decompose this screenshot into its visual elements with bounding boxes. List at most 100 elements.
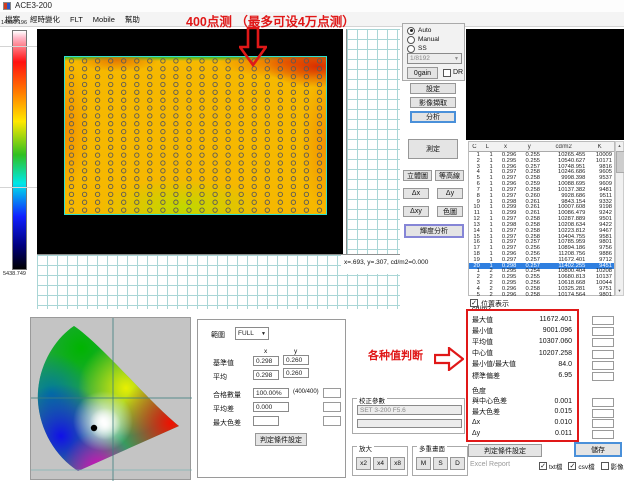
menu-item[interactable]: 幫助 [125, 14, 140, 25]
capture-settings-panel: AutoManualSS 1/8192 ▼ 0gain DR [402, 23, 465, 81]
annotation-right-arrow-icon [434, 347, 464, 371]
file-type-checkbox[interactable]: ✓txt檔 [539, 461, 562, 471]
checkbox-icon[interactable] [601, 462, 609, 470]
radio-icon[interactable] [407, 36, 415, 44]
annotation-stats-box [466, 309, 579, 442]
annotation-top-note: 400点测 （最多可设4万点测） [186, 11, 355, 30]
dr-checkbox[interactable] [443, 69, 451, 77]
zero-gain-button[interactable]: 0gain [407, 67, 438, 79]
zoom-group: 放大 x2x4x8 [352, 446, 408, 476]
table-body[interactable]: 110.2960.25510265.45510009210.2950.25510… [469, 152, 614, 298]
radio-label: Manual [418, 36, 439, 43]
ref-y-field[interactable]: 0.260 [283, 355, 309, 365]
maxdiff-field [253, 416, 279, 426]
capture-mode-radio[interactable]: Manual [407, 35, 439, 44]
pass-label: 合格數量 [213, 390, 241, 400]
contour-button[interactable]: 等高線 [435, 170, 464, 181]
judge-condition-button[interactable]: 判定條件設定 [468, 444, 542, 457]
chevron-down-icon: ▼ [261, 331, 266, 337]
cursor-status-text: x=.693, y=.307, cd/m2=0.000 [344, 259, 428, 266]
table-scrollbar[interactable]: ▲ ▼ [615, 141, 624, 296]
range-value: FULL [238, 330, 254, 337]
multi-screen-button[interactable]: S [433, 457, 448, 470]
colorbar-panel: 14536.196 5438.749 [0, 27, 37, 310]
judge-indicator [592, 338, 614, 347]
scroll-thumb[interactable] [616, 151, 624, 173]
table-column-header: cd/m2 [542, 144, 587, 150]
measurement-table[interactable]: CLxycd/m2K 110.2960.25510265.45510009210… [468, 141, 615, 296]
multi-group-label: 多重畫面 [417, 443, 447, 453]
calibration-value-field: SET 3-200 F5.6 [357, 405, 462, 415]
range-judge-button[interactable]: 判定條件設定 [255, 433, 307, 446]
judge-indicator [592, 316, 614, 325]
shutter-select[interactable]: 1/8192 ▼ [407, 53, 462, 64]
multi-screen-button[interactable]: D [450, 457, 465, 470]
colorbar-max-label: 14536.196 [1, 20, 27, 26]
table-column-header: x [495, 144, 519, 150]
zoom-button[interactable]: x8 [390, 457, 405, 470]
judge-indicator [592, 419, 614, 428]
chevron-down-icon: ▼ [454, 56, 459, 62]
capture-mode-radio[interactable]: Auto [407, 26, 439, 35]
delta-x-button[interactable]: Δx [403, 188, 429, 199]
judge-indicator [592, 409, 614, 418]
camera-preview [466, 29, 624, 140]
zoom-button[interactable]: x4 [373, 457, 388, 470]
multi-screen-button[interactable]: M [416, 457, 431, 470]
table-column-header: y [518, 144, 542, 150]
settings-button[interactable]: 設定 [410, 83, 456, 94]
menu-item[interactable]: 經時變化 [30, 14, 60, 25]
delta-xy-button[interactable]: Δxy [403, 206, 429, 217]
measurement-view[interactable] [37, 29, 343, 254]
col-y-header: y [294, 348, 297, 355]
luminance-heatmap[interactable] [64, 56, 327, 215]
pass-count: (400/400) [293, 389, 319, 395]
dot-grid [65, 57, 326, 214]
menu-item[interactable]: FLT [70, 15, 83, 24]
zoom-group-label: 放大 [357, 443, 374, 453]
checkbox-label: txt檔 [549, 461, 562, 471]
scroll-down-icon[interactable]: ▼ [616, 287, 623, 295]
range-select[interactable]: FULL ▼ [235, 327, 269, 340]
view3d-button[interactable]: 立體圖 [403, 170, 432, 181]
measure-button[interactable]: 測定 [408, 139, 458, 159]
multi-screen-group: 多重畫面 MSD [412, 446, 468, 476]
file-type-checkbox[interactable]: ✓csv檔 [568, 461, 594, 471]
luminance-dist-button[interactable]: 輝度分析 [404, 224, 464, 238]
menu-item[interactable]: Mobile [93, 15, 115, 24]
avg-y-field[interactable]: 0.260 [283, 368, 309, 378]
file-type-checkbox[interactable]: 影像檔 [601, 461, 624, 471]
zoom-button[interactable]: x2 [356, 457, 371, 470]
table-header: CLxycd/m2K [469, 142, 614, 152]
analyze-button[interactable]: 分析 [410, 111, 456, 123]
maxdiff-indicator [323, 416, 341, 426]
excel-report-button[interactable]: Excel Report [470, 461, 510, 468]
checkbox-icon[interactable]: ✓ [539, 462, 547, 470]
stats-lum-indicators [592, 316, 614, 383]
ref-label: 基準值 [213, 358, 234, 368]
avgdiff-field: 0.000 [253, 402, 289, 412]
annotation-side-note: 各种值判断 [368, 347, 423, 363]
avg-x-field[interactable]: 0.298 [253, 370, 279, 380]
cie-diagram-panel[interactable] [30, 317, 191, 480]
capture-mode-radio[interactable]: SS [407, 44, 439, 53]
radio-label: SS [418, 45, 427, 52]
save-button[interactable]: 儲存 [574, 442, 622, 457]
ref-x-field[interactable]: 0.298 [253, 356, 279, 366]
table-column-header: L [482, 144, 495, 150]
radio-icon[interactable] [407, 27, 415, 35]
annotation-down-arrow-icon [239, 27, 267, 67]
range-panel: 範圍 FULL ▼ x y 基準值 0.298 0.260 平均 0.298 0… [197, 319, 346, 478]
radio-icon[interactable] [407, 45, 415, 53]
multi-buttons: MSD [416, 457, 465, 470]
colormap-button[interactable]: 色圖 [437, 206, 463, 217]
cie-horseshoe [31, 318, 192, 481]
delta-y-button[interactable]: Δy [437, 188, 463, 199]
scroll-up-icon[interactable]: ▲ [616, 142, 623, 150]
table-row[interactable]: 520.2960.25810174.5649801 [469, 292, 614, 298]
capture-button[interactable]: 影像擷取 [410, 97, 456, 108]
checkbox-icon[interactable]: ✓ [568, 462, 576, 470]
calibration-label: 校正參數 [357, 395, 387, 405]
radio-label: Auto [418, 27, 431, 34]
pass-field: 100.00% [253, 388, 289, 398]
